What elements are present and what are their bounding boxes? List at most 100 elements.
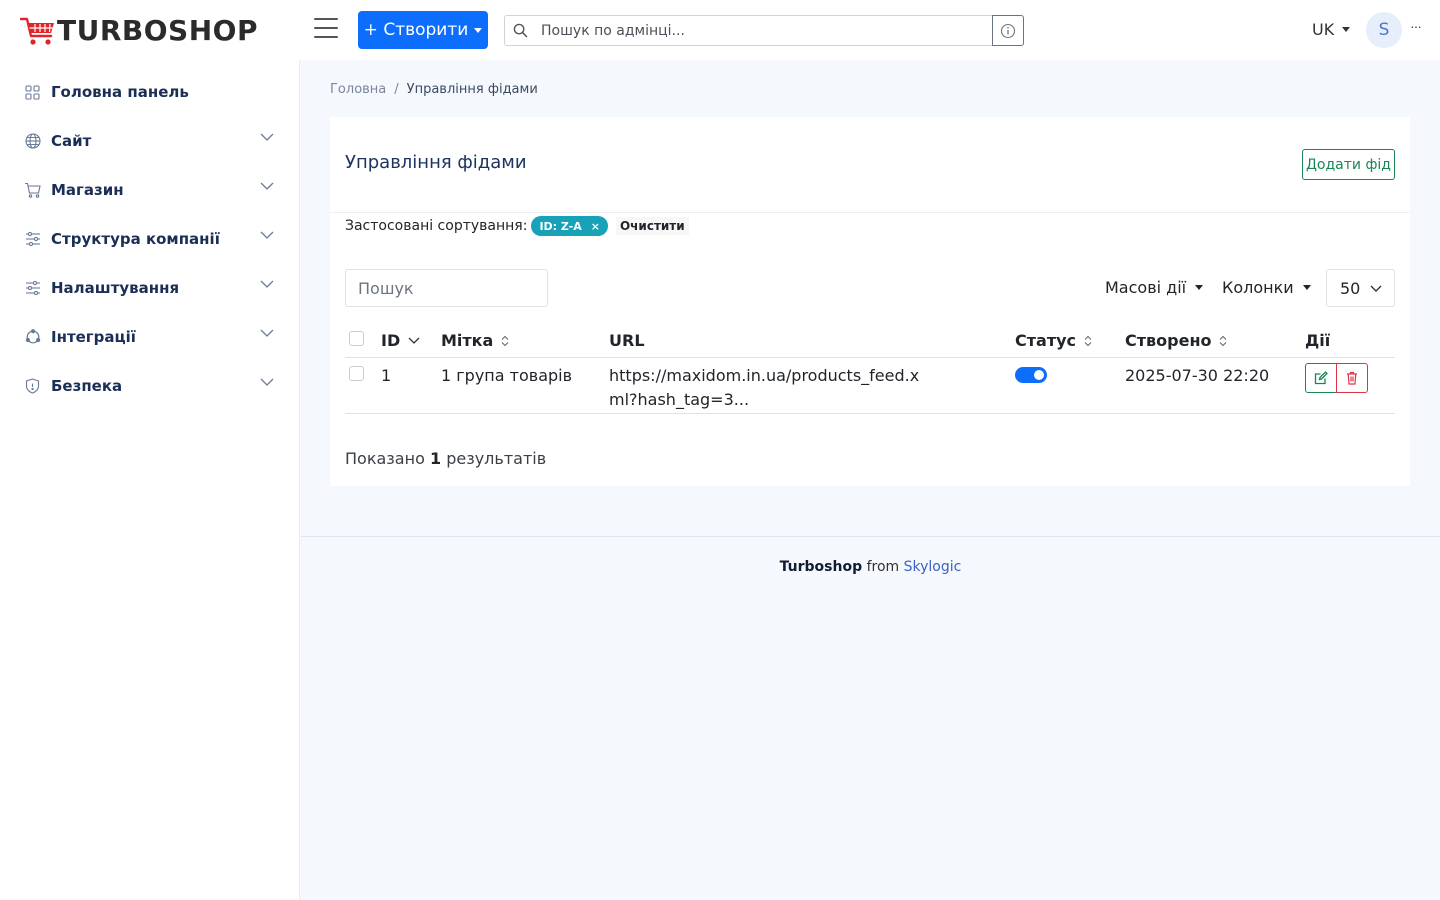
clear-sorts-button[interactable]: Очистити: [615, 217, 689, 235]
row-checkbox[interactable]: [349, 366, 364, 381]
select-all-checkbox[interactable]: [349, 331, 364, 346]
edit-button[interactable]: [1305, 363, 1337, 393]
logo[interactable]: TURBOSHOP: [20, 14, 258, 47]
chevron-down-icon: [260, 231, 274, 239]
sidebar-item-label: Безпека: [51, 377, 123, 395]
sidebar-item-label: Головна панель: [51, 83, 189, 101]
applied-sorts: Застосовані сортування: ID: Z-A × Очисти…: [345, 216, 689, 236]
sidebar-item-integrations[interactable]: Інтеграції: [24, 325, 276, 349]
logo-cart-icon: [20, 17, 54, 45]
close-icon[interactable]: ×: [591, 220, 600, 233]
admin-search: [504, 15, 1024, 46]
table-row-divider: [345, 413, 1395, 414]
language-label: UK: [1312, 20, 1335, 39]
results-number: 1: [429, 449, 442, 468]
sidebar-item-security[interactable]: Безпека: [24, 374, 276, 398]
per-page-value: 50: [1340, 278, 1361, 298]
column-header-status[interactable]: Статус: [1015, 331, 1092, 350]
chevron-down-icon: [260, 378, 274, 386]
caret-down-icon: [1342, 27, 1351, 32]
footer-divider: [301, 536, 1440, 537]
footer: Turboshop from Skylogic: [301, 559, 1440, 575]
breadcrumb-separator: /: [394, 82, 399, 97]
sidebar-item-label: Інтеграції: [51, 328, 136, 346]
sort-icon: [501, 335, 509, 346]
results-count: Показано 1 результатів: [345, 449, 546, 468]
caret-down-icon: [1195, 285, 1204, 290]
sidebar-item-shop[interactable]: Магазин: [24, 178, 276, 202]
column-header-label: Статус: [1015, 331, 1076, 350]
sort-badge[interactable]: ID: Z-A ×: [531, 216, 608, 236]
footer-from: from: [866, 559, 900, 575]
column-header-label: Створено: [1125, 331, 1212, 350]
footer-brand: Turboshop: [779, 559, 863, 575]
breadcrumb-home-link[interactable]: Головна: [330, 82, 386, 97]
column-header-label: Мітка: [441, 331, 494, 350]
column-header-url: URL: [609, 331, 645, 350]
cell-url-line: ml?hash_tag=3...: [609, 390, 750, 409]
breadcrumb: Головна / Управління фідами: [330, 82, 538, 97]
sliders-icon: [24, 231, 41, 248]
divider: [330, 212, 1410, 213]
sidebar-item-settings[interactable]: Налаштування: [24, 276, 276, 300]
cell-label: 1 група товарів: [441, 366, 573, 385]
admin-search-input[interactable]: [535, 22, 992, 39]
column-header-label: ID: [381, 331, 401, 350]
chevron-down-icon: [260, 280, 274, 288]
sidebar-item-label: Налаштування: [51, 279, 180, 297]
caret-down-icon: [1302, 285, 1311, 290]
column-header-label-col[interactable]: Мітка: [441, 331, 509, 350]
per-page-select[interactable]: 50: [1326, 269, 1395, 307]
create-button-label: + Створити: [363, 20, 469, 40]
column-header-id[interactable]: ID: [381, 331, 420, 350]
columns-dropdown[interactable]: Колонки: [1222, 278, 1311, 297]
logo-text: TURBOSHOP: [57, 14, 258, 47]
breadcrumb-current: Управління фідами: [406, 82, 538, 97]
bulk-actions-label: Масові дії: [1105, 278, 1187, 297]
sidebar-item-dashboard[interactable]: Головна панель: [24, 80, 276, 104]
sidebar-item-company-structure[interactable]: Структура компанії: [24, 227, 276, 251]
sort-icon: [1084, 335, 1092, 346]
more-options-icon[interactable]: ···: [1410, 18, 1422, 34]
info-icon[interactable]: [992, 15, 1024, 46]
menu-toggle-icon[interactable]: [314, 18, 338, 40]
table-header-divider: [345, 357, 1395, 358]
caret-down-icon: [474, 27, 483, 33]
avatar[interactable]: S: [1366, 12, 1402, 48]
results-prefix: Показано: [345, 449, 425, 468]
avatar-initial: S: [1378, 20, 1390, 40]
delete-button[interactable]: [1336, 363, 1368, 393]
columns-label: Колонки: [1222, 278, 1294, 297]
grid-icon: [24, 84, 41, 101]
sidebar-item-site[interactable]: Сайт: [24, 129, 276, 153]
edit-icon: [1314, 371, 1328, 385]
footer-company-link[interactable]: Skylogic: [904, 559, 962, 575]
sort-badge-label: ID: Z-A: [539, 219, 582, 233]
chevron-down-icon: [260, 133, 274, 141]
cell-url-line: https://maxidom.in.ua/products_feed.x: [609, 366, 920, 385]
results-suffix: результатів: [446, 449, 547, 468]
cell-created: 2025-07-30 22:20: [1125, 366, 1270, 385]
applied-sorts-label: Застосовані сортування:: [345, 218, 528, 234]
column-header-actions: Дії: [1305, 331, 1330, 350]
bulk-actions-dropdown[interactable]: Масові дії: [1105, 278, 1204, 297]
column-header-label: URL: [609, 331, 645, 350]
language-selector[interactable]: UK: [1312, 20, 1351, 39]
chevron-down-icon: [1370, 285, 1382, 292]
column-header-created[interactable]: Створено: [1125, 331, 1227, 350]
search-icon: [505, 23, 535, 38]
table-search-input[interactable]: [345, 269, 548, 307]
sidebar-item-label: Магазин: [51, 181, 124, 199]
cart-icon: [24, 182, 41, 199]
sidebar: Головна панель Сайт Магазин Структура ко…: [0, 60, 300, 900]
status-toggle[interactable]: [1015, 367, 1047, 383]
shield-icon: [24, 378, 41, 395]
globe-icon: [24, 133, 41, 150]
add-feed-button[interactable]: Додати фід: [1302, 149, 1395, 180]
create-button[interactable]: + Створити: [358, 11, 488, 49]
chevron-down-icon: [260, 329, 274, 337]
chevron-down-icon: [260, 182, 274, 190]
cell-url: https://maxidom.in.ua/products_feed.x ml…: [609, 364, 919, 412]
chevron-down-icon: [408, 337, 420, 344]
sort-icon: [1220, 335, 1227, 346]
